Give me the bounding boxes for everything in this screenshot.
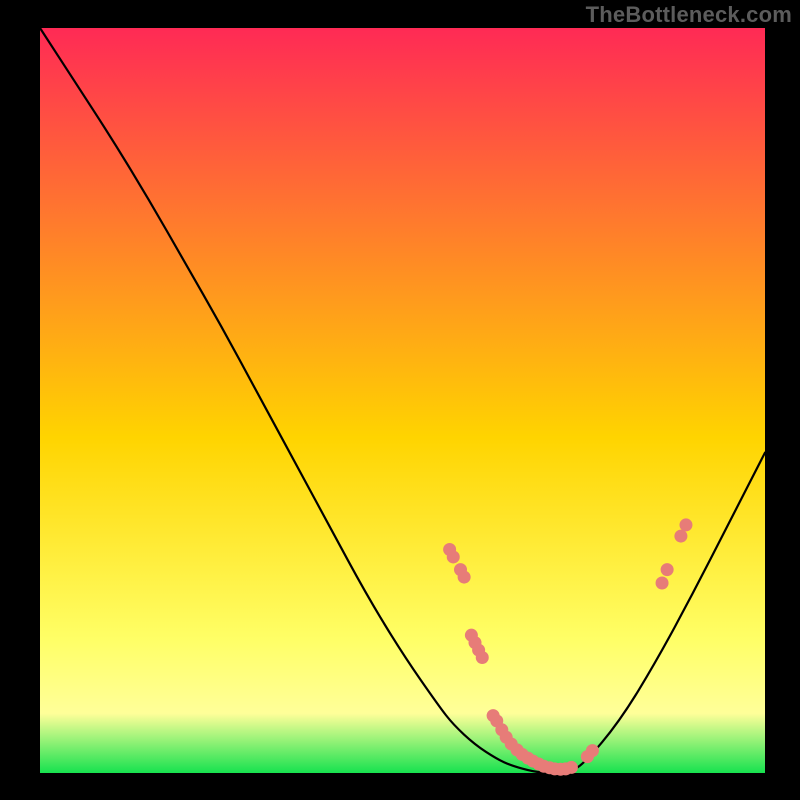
- chart-svg: [0, 0, 800, 800]
- watermark-text: TheBottleneck.com: [586, 2, 792, 28]
- curve-marker: [458, 571, 471, 584]
- curve-marker: [661, 563, 674, 576]
- curve-marker: [656, 577, 669, 590]
- curve-marker: [586, 744, 599, 757]
- curve-marker: [447, 550, 460, 563]
- chart-stage: TheBottleneck.com: [0, 0, 800, 800]
- curve-marker: [476, 651, 489, 664]
- curve-marker: [565, 761, 578, 774]
- curve-marker: [679, 518, 692, 531]
- curve-marker: [674, 530, 687, 543]
